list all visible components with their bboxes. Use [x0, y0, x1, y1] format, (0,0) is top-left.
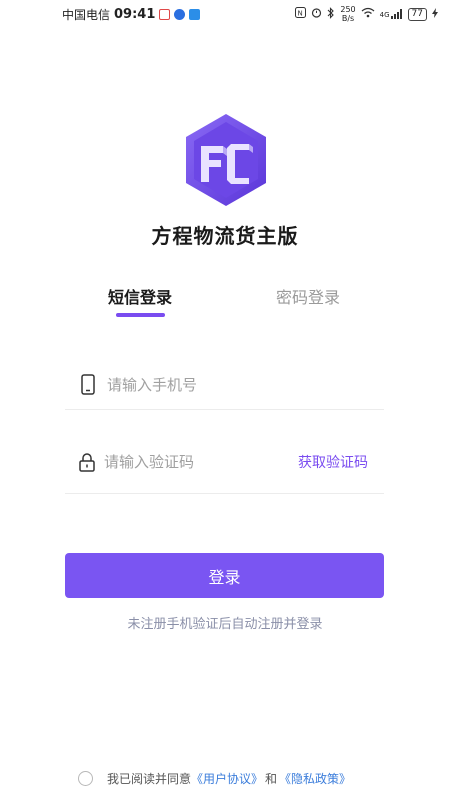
tab-password-login[interactable]: 密码登录: [276, 284, 340, 308]
agreement-row: 我已阅读并同意 《用户协议》 和 《隐私政策》: [78, 770, 351, 787]
login-button[interactable]: 登录: [65, 553, 384, 598]
status-bar: 中国电信 09:41 N 250 B/s 4G 77: [0, 0, 450, 28]
app-title: 方程物流货主版: [151, 224, 299, 248]
clock: 09:41: [114, 6, 156, 22]
network-speed-unit: B/s: [341, 14, 355, 23]
app-logo: [183, 112, 269, 208]
carrier-label: 中国电信: [62, 7, 111, 22]
auto-register-hint: 未注册手机验证后自动注册并登录: [127, 617, 323, 632]
privacy-policy-link[interactable]: 《隐私政策》: [279, 770, 351, 787]
wifi-icon: [361, 7, 375, 21]
get-code-button[interactable]: 获取验证码: [298, 452, 368, 472]
network-speed: 250 B/s: [340, 5, 355, 23]
notification-app-icon: [174, 8, 186, 20]
battery-indicator: 77: [407, 7, 427, 21]
bluetooth-icon: [327, 6, 335, 22]
agreement-and: 和: [265, 772, 278, 786]
notification-app-icon: [189, 8, 201, 20]
verification-code-field: 获取验证码: [65, 430, 384, 494]
cellular-signal-icon: 4G: [380, 9, 403, 19]
phone-icon: [77, 373, 99, 397]
network-speed-value: 250: [340, 5, 356, 14]
svg-text:N: N: [298, 10, 303, 18]
phone-input[interactable]: [107, 375, 384, 394]
charging-icon: [432, 7, 438, 21]
agreement-checkbox[interactable]: [78, 771, 93, 786]
nfc-icon: N: [295, 7, 307, 21]
lock-icon: [77, 450, 96, 474]
phone-field: [65, 360, 384, 410]
status-bar-left: 中国电信 09:41: [62, 6, 201, 23]
user-agreement-link[interactable]: 《用户协议》: [191, 770, 263, 787]
signal-type-label: 4G: [379, 11, 390, 19]
tab-sms-login[interactable]: 短信登录: [108, 284, 172, 308]
verification-code-input[interactable]: [104, 452, 298, 471]
alarm-icon: [311, 7, 322, 21]
notification-app-icon: [159, 8, 171, 20]
active-tab-indicator: [116, 313, 165, 317]
status-bar-right: N 250 B/s 4G 77: [295, 5, 438, 23]
agreement-prefix: 我已阅读并同意: [107, 772, 192, 786]
